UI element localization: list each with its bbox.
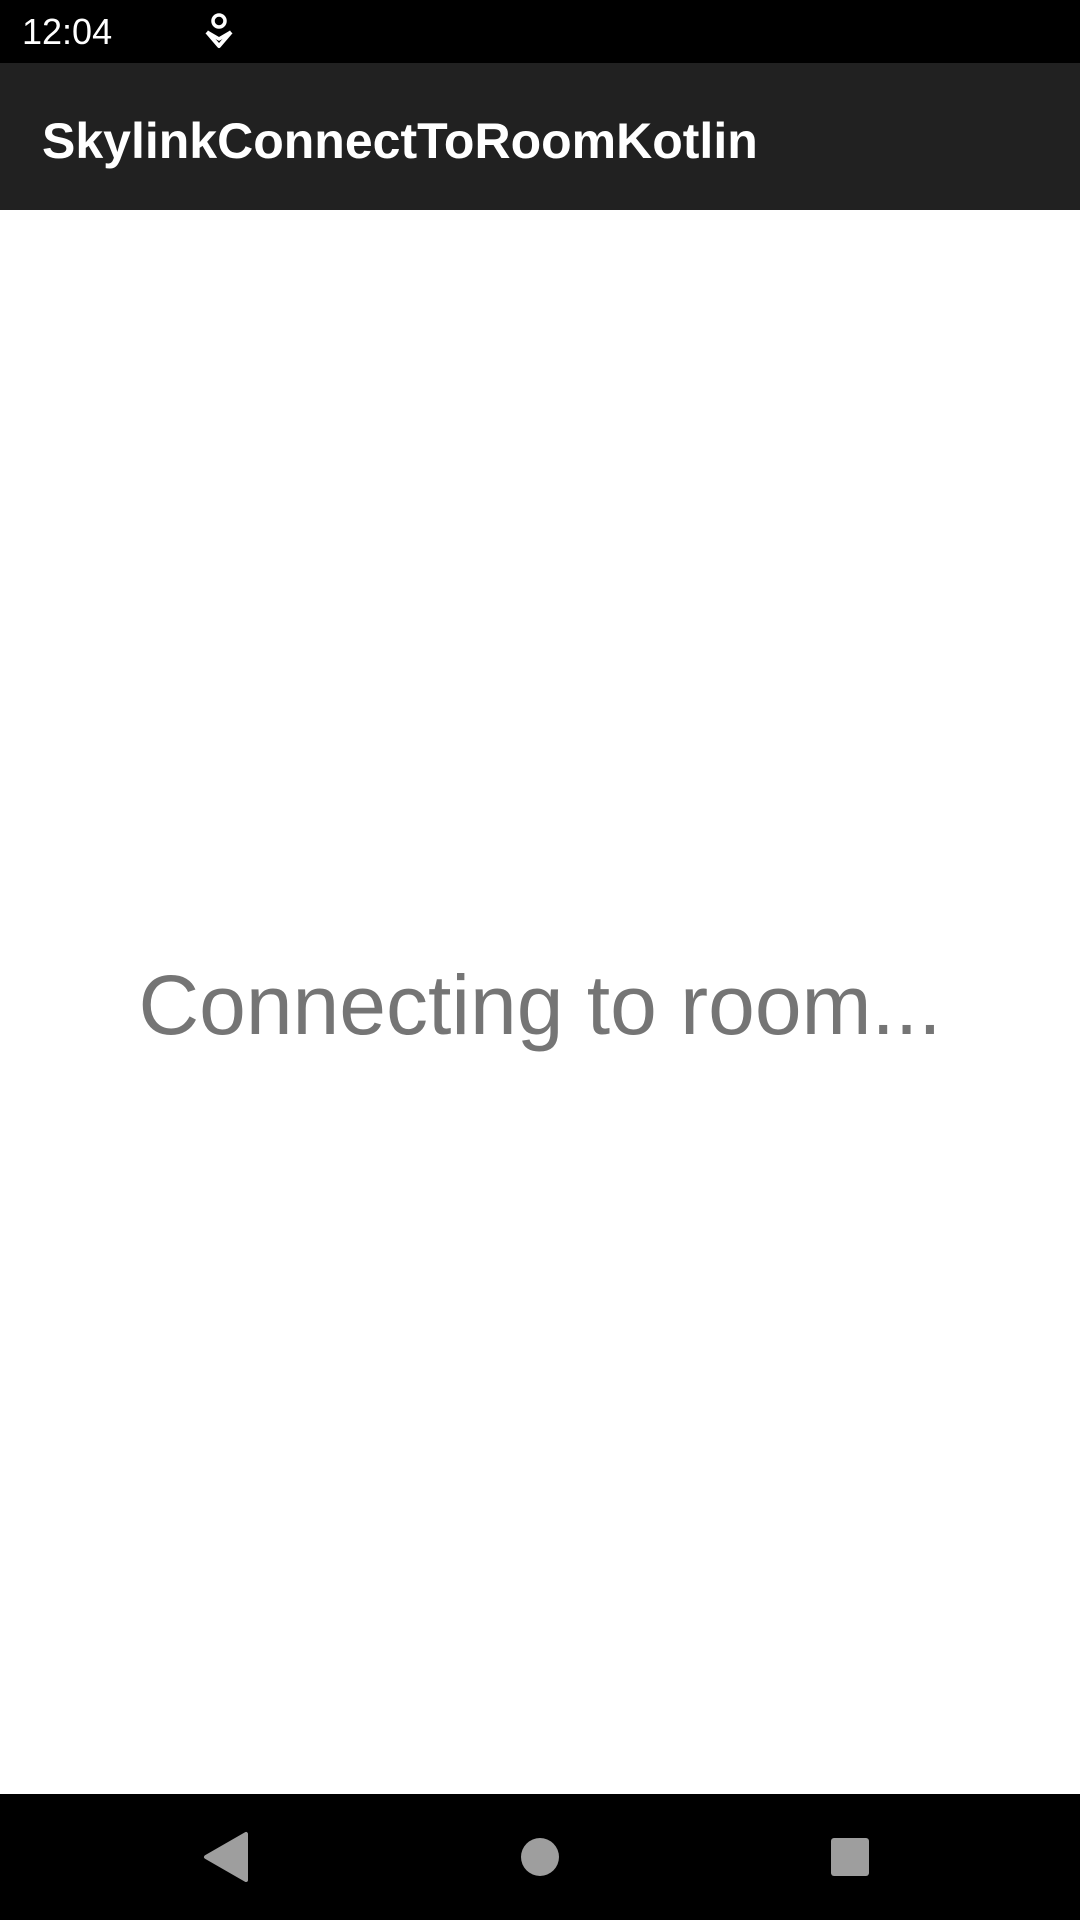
app-bar: SkylinkConnectToRoomKotlin [0,63,1080,210]
app-title: SkylinkConnectToRoomKotlin [42,113,758,169]
back-triangle-icon [204,1832,248,1882]
screen: 12:04 SkylinkConnectToRoomKotlin Connect… [0,0,1080,1920]
main-content: Connecting to room... [0,210,1080,1794]
status-time: 12:04 [22,11,113,52]
recents-button[interactable] [820,1827,880,1887]
home-circle-icon [521,1838,559,1876]
download-notification-icon [202,12,236,52]
back-button[interactable] [196,1827,256,1887]
navigation-bar [0,1794,1080,1920]
connection-status-message: Connecting to room... [138,958,942,1052]
status-bar: 12:04 [0,0,1080,63]
recents-square-icon [831,1838,869,1876]
home-button[interactable] [510,1827,570,1887]
